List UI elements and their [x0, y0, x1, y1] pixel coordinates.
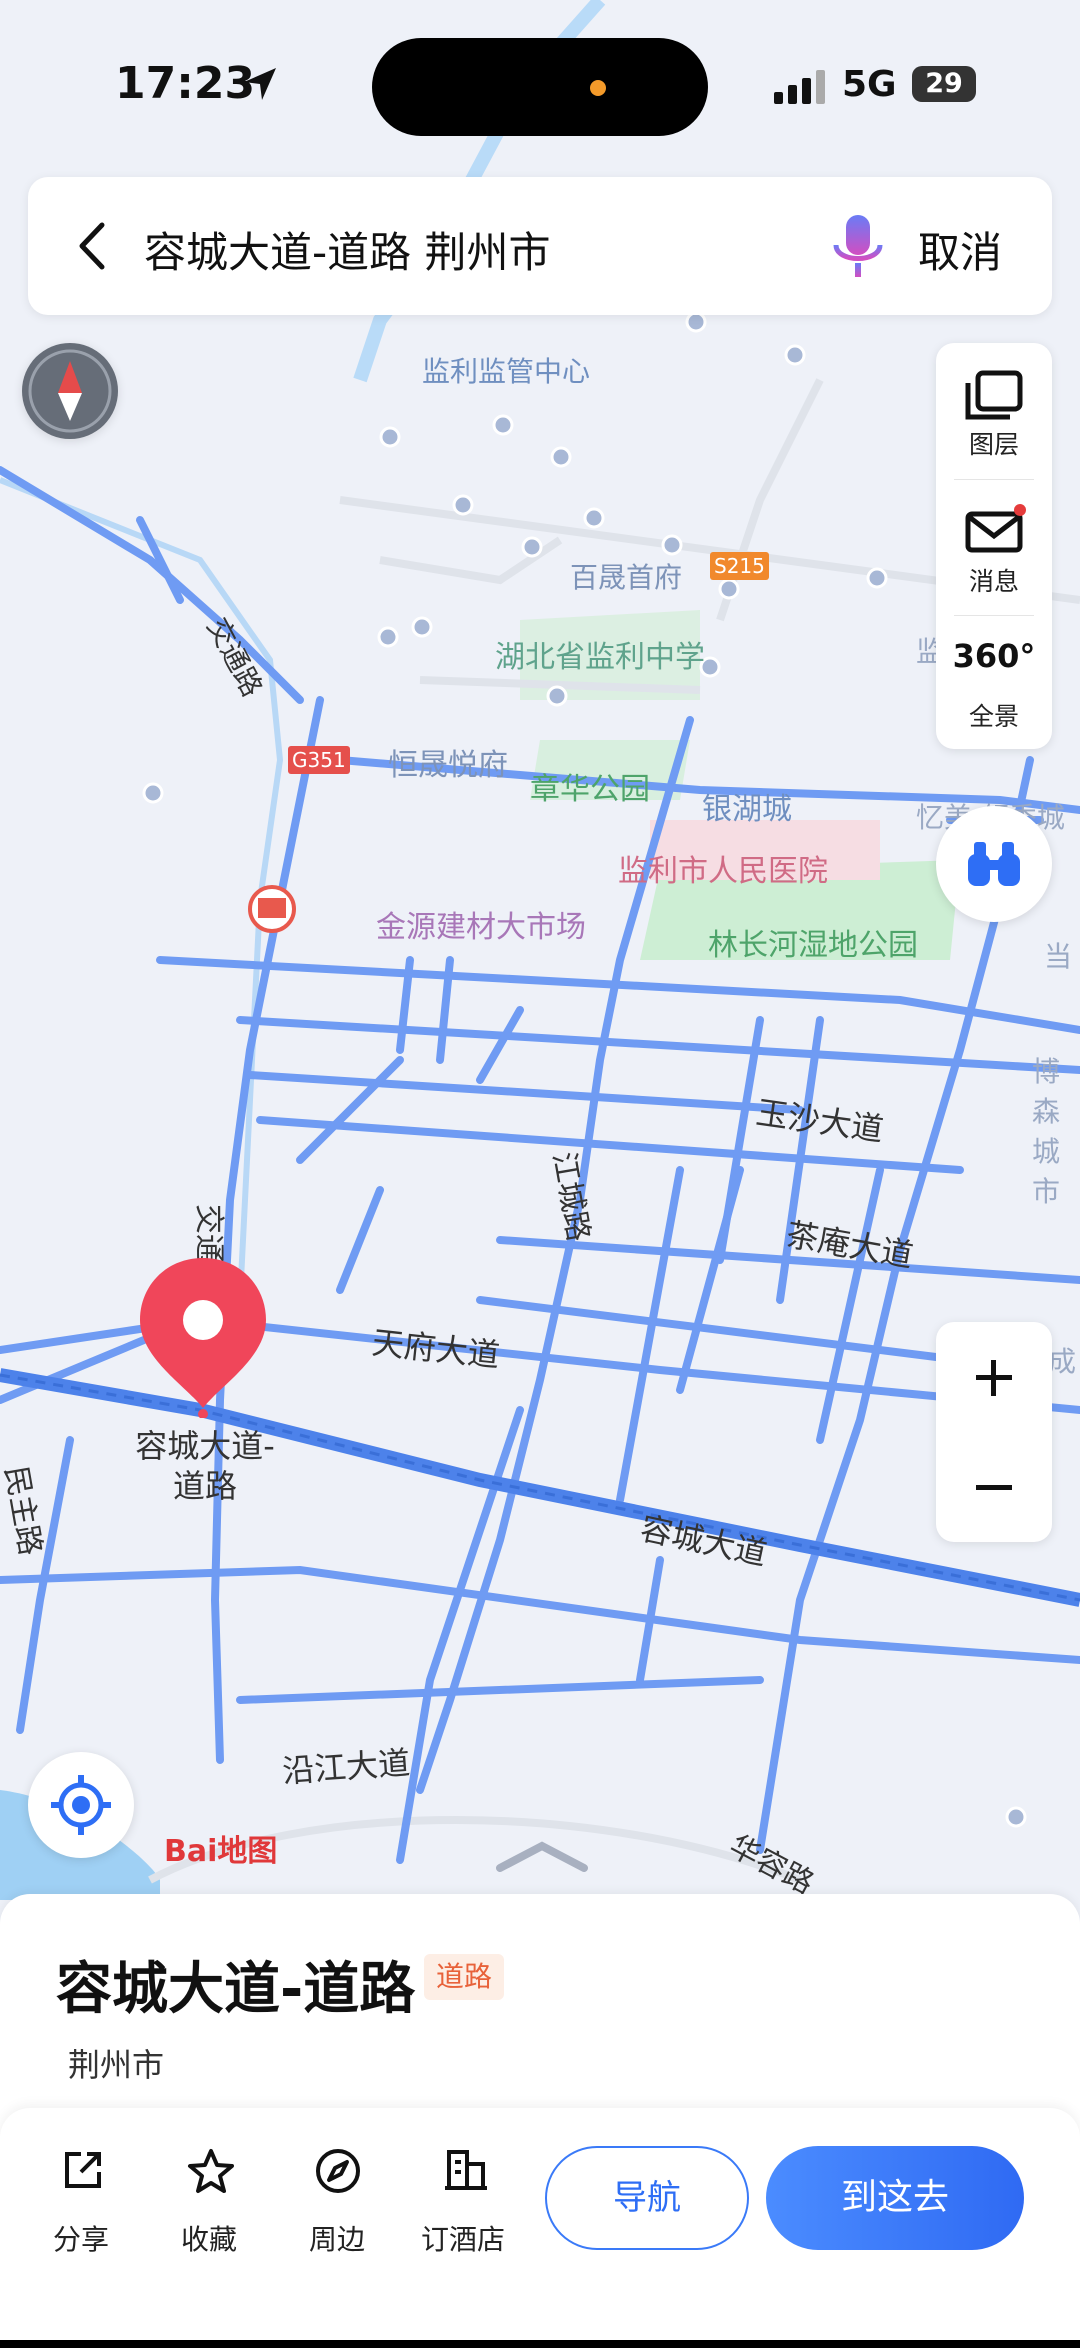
signal-icon — [774, 70, 825, 104]
mail-icon — [965, 504, 1026, 553]
cancel-button[interactable]: 取消 — [918, 219, 1002, 280]
location-pin[interactable] — [140, 1258, 266, 1419]
messages-label: 消息 — [968, 567, 1019, 596]
panorama-button[interactable]: 360° 全景 — [936, 615, 1052, 749]
dynamic-island — [372, 38, 708, 136]
panorama-label: 全景 — [968, 702, 1019, 731]
compass-button[interactable] — [22, 343, 118, 439]
status-bar: 17:23 5G 29 — [0, 0, 1080, 170]
navigate-button[interactable]: 导航 — [545, 2146, 749, 2250]
layers-icon — [965, 370, 1023, 420]
hotel-label: 订酒店 — [420, 2223, 505, 2256]
map-label-park[interactable]: 章华公园 — [530, 764, 650, 808]
chevron-up-icon[interactable] — [494, 1838, 590, 1874]
layers-button[interactable]: 图层 — [936, 343, 1052, 477]
back-icon[interactable] — [74, 221, 114, 271]
share-label: 分享 — [52, 2223, 109, 2256]
zoom-in-button[interactable] — [936, 1322, 1052, 1432]
road-shield-g351: G351 — [288, 746, 350, 774]
search-bar[interactable]: 容城大道-道路 荆州市 取消 — [28, 177, 1052, 315]
map-label-poi[interactable]: 监利监管中心 — [422, 350, 590, 390]
map-label-poi[interactable]: 博森城市 — [1032, 1050, 1072, 1210]
action-bar: 分享 收藏 周边 订酒店 导航 到这去 — [0, 2108, 1080, 2348]
place-city: 荆州市 — [68, 2046, 165, 2084]
map-label-poi[interactable]: 金源建材大市场 — [376, 902, 586, 946]
compass-icon — [28, 349, 112, 433]
share-icon — [65, 2152, 101, 2188]
road-shield-s215: S215 — [710, 552, 769, 580]
locate-me-button[interactable] — [28, 1752, 134, 1858]
map-label-road: 沿江大道 — [280, 1743, 412, 1791]
map-label-road: 交通 — [191, 1204, 226, 1264]
battery-indicator: 29 — [912, 66, 976, 102]
status-time: 17:23 — [115, 58, 256, 109]
location-arrow-icon — [244, 68, 276, 100]
go-here-button[interactable]: 到这去 — [766, 2146, 1024, 2250]
search-query[interactable]: 容城大道-道路 荆州市 — [144, 219, 551, 280]
explore-button[interactable] — [936, 806, 1052, 922]
map-label-hospital[interactable]: 监利市人民医院 — [618, 846, 828, 890]
microphone-icon[interactable] — [828, 213, 888, 283]
star-icon — [188, 2149, 234, 2193]
favorite-label: 收藏 — [180, 2223, 237, 2256]
compass-nearby-icon — [316, 2149, 360, 2193]
map-tools-panel: 图层 消息 360° 全景 — [936, 343, 1052, 749]
hotel-icon — [445, 2150, 487, 2190]
map-label-poi[interactable]: 百晟首府 — [570, 556, 682, 596]
messages-button[interactable]: 消息 — [936, 480, 1052, 614]
network-type: 5G — [842, 64, 897, 105]
panorama-icon: 360° — [952, 637, 1036, 675]
minus-icon — [976, 1485, 1012, 1490]
map-label-poi[interactable]: 当 — [1044, 935, 1072, 975]
zoom-out-button[interactable] — [936, 1432, 1052, 1542]
pin-icon — [140, 1258, 266, 1419]
baidu-logo: Bai地图 — [164, 1834, 278, 1869]
map-label-poi[interactable]: 成 — [1048, 1340, 1076, 1380]
plus-icon — [976, 1360, 1012, 1396]
zoom-controls — [936, 1322, 1052, 1542]
map-label-poi[interactable]: 银湖城 — [702, 784, 792, 828]
map-label-poi[interactable]: 湖北省监利中学 — [495, 632, 705, 676]
crosshair-icon — [51, 1775, 111, 1835]
place-title: 容城大道-道路 — [56, 1957, 416, 2022]
layers-label: 图层 — [968, 430, 1019, 459]
map-label-poi[interactable]: 恒晟悦府 — [388, 740, 508, 784]
pin-label: 容城大道-道路 — [135, 1427, 275, 1505]
home-indicator — [0, 2340, 1080, 2348]
binoculars-icon — [968, 842, 1020, 886]
map-label-park[interactable]: 林长河湿地公园 — [708, 920, 918, 964]
place-type-badge: 道路 — [424, 1954, 505, 2000]
nearby-label: 周边 — [308, 2223, 365, 2256]
